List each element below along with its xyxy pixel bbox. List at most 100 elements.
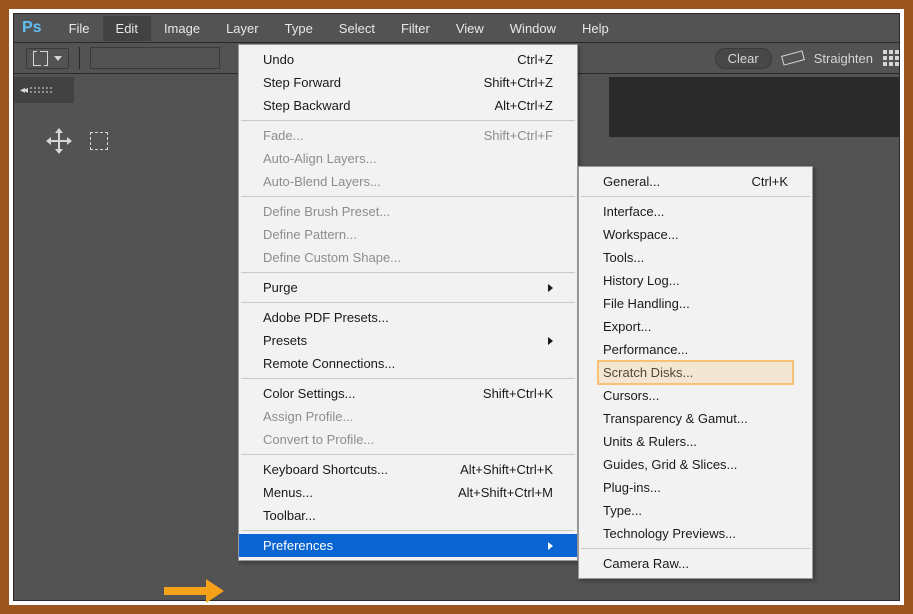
menu-select[interactable]: Select xyxy=(326,16,388,41)
menu-help[interactable]: Help xyxy=(569,16,622,41)
app-logo: Ps xyxy=(22,19,42,37)
menu-item-label: File Handling... xyxy=(603,296,690,311)
preferences-menu-item[interactable]: Technology Previews... xyxy=(579,522,812,545)
menu-item-label: Export... xyxy=(603,319,651,334)
menu-item-label: Keyboard Shortcuts... xyxy=(263,462,388,477)
menu-separator xyxy=(241,378,575,379)
menu-item-label: Cursors... xyxy=(603,388,659,403)
menu-separator xyxy=(241,196,575,197)
menu-item-label: Camera Raw... xyxy=(603,556,689,571)
preferences-menu-item[interactable]: General... Ctrl+K xyxy=(579,170,812,193)
edit-menu-item[interactable]: Adobe PDF Presets... xyxy=(239,306,577,329)
menu-item-label: Color Settings... xyxy=(263,386,356,401)
edit-menu-item[interactable]: Preferences xyxy=(239,534,577,557)
menu-layer[interactable]: Layer xyxy=(213,16,272,41)
toolbox xyxy=(50,132,108,150)
preferences-menu-item[interactable]: Camera Raw... xyxy=(579,552,812,575)
move-tool-icon[interactable] xyxy=(50,132,68,150)
menu-item-shortcut: Alt+Ctrl+Z xyxy=(494,98,553,113)
edit-menu-item: Assign Profile... xyxy=(239,405,577,428)
preferences-menu-item[interactable]: Cursors... xyxy=(579,384,812,407)
edit-menu-item[interactable]: Remote Connections... xyxy=(239,352,577,375)
menu-item-shortcut: Alt+Shift+Ctrl+K xyxy=(460,462,553,477)
collapse-arrows-icon: ◂◂ xyxy=(20,85,26,96)
panel-collapse-strip[interactable]: ◂◂ xyxy=(14,77,74,103)
menu-item-label: Units & Rulers... xyxy=(603,434,697,449)
edit-menu-item[interactable]: Presets xyxy=(239,329,577,352)
menu-separator xyxy=(241,530,575,531)
menu-item-label: Preferences xyxy=(263,538,333,553)
straighten-button[interactable]: Straighten xyxy=(814,51,873,66)
submenu-arrow-icon xyxy=(548,337,553,345)
menu-item-label: History Log... xyxy=(603,273,680,288)
option-field[interactable] xyxy=(90,47,220,69)
edit-menu-item[interactable]: UndoCtrl+Z xyxy=(239,48,577,71)
edit-menu-item: Define Brush Preset... xyxy=(239,200,577,223)
edit-menu-item: Auto-Align Layers... xyxy=(239,147,577,170)
preferences-menu-item[interactable]: History Log... xyxy=(579,269,812,292)
straighten-ruler-icon xyxy=(781,50,805,65)
grip-dots-icon xyxy=(30,87,52,93)
edit-menu-item[interactable]: Menus...Alt+Shift+Ctrl+M xyxy=(239,481,577,504)
edit-menu-item[interactable]: Keyboard Shortcuts... Alt+Shift+Ctrl+K xyxy=(239,458,577,481)
preferences-menu-item[interactable]: Plug-ins... xyxy=(579,476,812,499)
menu-item-label: Toolbar... xyxy=(263,508,316,523)
preferences-menu-item[interactable]: Guides, Grid & Slices... xyxy=(579,453,812,476)
menu-item-label: Fade... xyxy=(263,128,303,143)
current-tool-dropdown[interactable] xyxy=(26,48,69,69)
annotation-arrow xyxy=(164,582,224,600)
preferences-menu-item[interactable]: Type... xyxy=(579,499,812,522)
preferences-menu-item[interactable]: File Handling... xyxy=(579,292,812,315)
menu-item-label: Purge xyxy=(263,280,298,295)
menu-item-label: Technology Previews... xyxy=(603,526,736,541)
photoshop-app-window: Ps File Edit Image Layer Type Select Fil… xyxy=(13,13,900,601)
menu-item-shortcut: Shift+Ctrl+K xyxy=(483,386,553,401)
menu-item-label: Type... xyxy=(603,503,642,518)
preferences-menu-item[interactable]: Interface... xyxy=(579,200,812,223)
separator xyxy=(79,47,80,69)
menu-item-label: Define Brush Preset... xyxy=(263,204,390,219)
edit-menu-item: Define Pattern... xyxy=(239,223,577,246)
clear-button[interactable]: Clear xyxy=(715,48,772,69)
menu-edit[interactable]: Edit xyxy=(103,16,151,41)
edit-menu-item: Convert to Profile... xyxy=(239,428,577,451)
preferences-menu-item[interactable]: Tools... xyxy=(579,246,812,269)
menu-image[interactable]: Image xyxy=(151,16,213,41)
menu-item-label: Define Pattern... xyxy=(263,227,357,242)
menu-item-label: Transparency & Gamut... xyxy=(603,411,748,426)
menu-item-label: Define Custom Shape... xyxy=(263,250,401,265)
menu-item-label: Workspace... xyxy=(603,227,679,242)
menu-item-label: Step Backward xyxy=(263,98,350,113)
edit-menu-item[interactable]: Step ForwardShift+Ctrl+Z xyxy=(239,71,577,94)
edit-menu-item[interactable]: Toolbar... xyxy=(239,504,577,527)
preferences-menu-item[interactable]: Transparency & Gamut... xyxy=(579,407,812,430)
menu-item-label: Performance... xyxy=(603,342,688,357)
document-canvas xyxy=(609,77,899,137)
preferences-menu-item[interactable]: Performance... xyxy=(579,338,812,361)
preferences-menu-item[interactable]: Export... xyxy=(579,315,812,338)
preferences-submenu: General... Ctrl+K Interface... Workspace...… xyxy=(578,166,813,579)
menu-item-label: General... xyxy=(603,174,660,189)
edit-menu-item[interactable]: Color Settings... Shift+Ctrl+K xyxy=(239,382,577,405)
menu-item-label: Menus... xyxy=(263,485,313,500)
menu-type[interactable]: Type xyxy=(272,16,326,41)
menu-item-label: Auto-Align Layers... xyxy=(263,151,376,166)
edit-menu-item[interactable]: Step Backward Alt+Ctrl+Z xyxy=(239,94,577,117)
menu-item-shortcut: Ctrl+K xyxy=(752,174,788,189)
menu-separator xyxy=(581,196,810,197)
menu-item-label: Plug-ins... xyxy=(603,480,661,495)
marquee-tool-icon[interactable] xyxy=(90,132,108,150)
menu-file[interactable]: File xyxy=(56,16,103,41)
menu-view[interactable]: View xyxy=(443,16,497,41)
grid-overlay-icon[interactable] xyxy=(883,50,899,66)
preferences-menu-item[interactable]: Units & Rulers... xyxy=(579,430,812,453)
menu-item-label: Remote Connections... xyxy=(263,356,395,371)
crop-icon xyxy=(33,51,48,66)
menu-window[interactable]: Window xyxy=(497,16,569,41)
edit-menu-item[interactable]: Purge xyxy=(239,276,577,299)
menu-filter[interactable]: Filter xyxy=(388,16,443,41)
preferences-menu-item[interactable]: Workspace... xyxy=(579,223,812,246)
menu-separator xyxy=(241,272,575,273)
preferences-menu-item[interactable]: Scratch Disks... xyxy=(579,361,812,384)
menu-item-label: Guides, Grid & Slices... xyxy=(603,457,737,472)
